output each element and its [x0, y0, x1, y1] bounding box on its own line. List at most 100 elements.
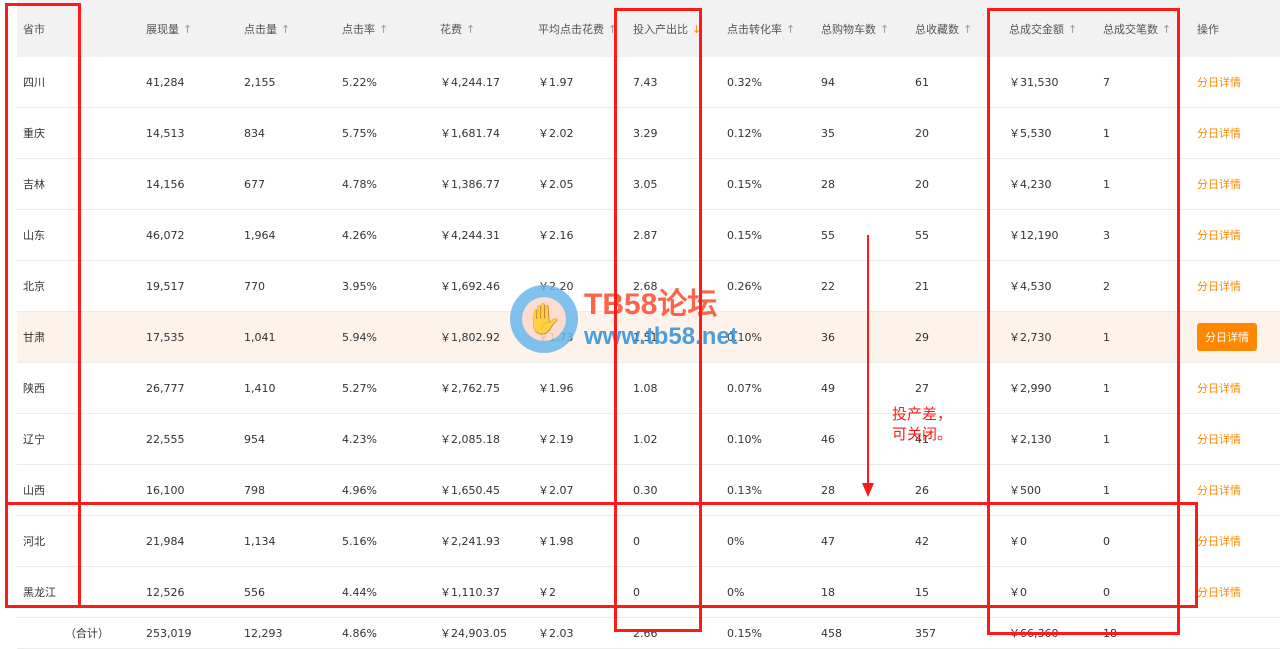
total-avg-cpc: ￥2.03	[538, 627, 574, 640]
sort-asc-icon[interactable]: ↑	[183, 23, 192, 36]
cell-cart-count: 47	[821, 534, 835, 548]
cell-action: 分日详情	[1191, 125, 1280, 141]
cell-favorite-count: 42	[915, 534, 929, 548]
cell-cost: ￥4,244.31	[440, 229, 500, 242]
sort-asc-icon[interactable]: ↑	[466, 23, 475, 36]
cell-avg-cpc: ￥2.19	[538, 433, 574, 446]
cell-avg-cpc: ￥2.07	[538, 484, 574, 497]
header-gmv[interactable]: 总成交金额 ↑	[1003, 21, 1097, 37]
cell-avg-cpc: ￥2.16	[538, 229, 574, 242]
header-favorite-count[interactable]: 总收藏数 ↑	[909, 21, 1003, 37]
cell-avg-cpc: ￥1.73	[538, 331, 574, 344]
cell-clicks: 677	[244, 177, 265, 191]
daily-detail-link[interactable]: 分日详情	[1197, 127, 1241, 140]
cell-ctr: 4.44%	[342, 585, 377, 599]
daily-detail-link[interactable]: 分日详情	[1197, 76, 1241, 89]
daily-detail-link[interactable]: 分日详情	[1197, 323, 1257, 351]
total-click-conversion: 0.15%	[727, 626, 762, 640]
cell-gmv: ￥2,730	[1009, 331, 1052, 344]
total-cost: ￥24,903.05	[440, 627, 507, 640]
cell-avg-cpc: ￥1.98	[538, 535, 574, 548]
cell-action: 分日详情	[1191, 431, 1280, 447]
header-label: 总成交笔数	[1103, 22, 1158, 36]
sort-asc-icon[interactable]: ↑	[963, 23, 972, 36]
cell-order-count: 1	[1103, 483, 1110, 497]
cell-gmv: ￥5,530	[1009, 127, 1052, 140]
cell-province: 甘肃	[23, 331, 45, 344]
cell-impressions: 19,517	[146, 279, 185, 293]
cell-province: 黑龙江	[23, 586, 56, 599]
cell-roi: 1.51	[633, 330, 658, 344]
header-roi[interactable]: 投入产出比 ↓	[627, 21, 721, 37]
daily-detail-link[interactable]: 分日详情	[1197, 178, 1241, 191]
cell-ctr: 4.26%	[342, 228, 377, 242]
daily-detail-link[interactable]: 分日详情	[1197, 280, 1241, 293]
cell-roi: 2.68	[633, 279, 658, 293]
daily-detail-link[interactable]: 分日详情	[1197, 229, 1241, 242]
annotation-line-1: 投产差，	[892, 405, 953, 423]
cell-roi: 7.43	[633, 75, 658, 89]
header-label: 总收藏数	[915, 22, 959, 36]
cell-avg-cpc: ￥1.97	[538, 76, 574, 89]
cell-province: 辽宁	[23, 433, 45, 446]
cell-province: 河北	[23, 535, 45, 548]
cell-action: 分日详情	[1191, 323, 1280, 351]
sort-desc-icon[interactable]: ↓	[692, 23, 701, 36]
total-ctr: 4.86%	[342, 626, 377, 640]
sort-asc-icon[interactable]: ↑	[379, 23, 388, 36]
cell-gmv: ￥31,530	[1009, 76, 1059, 89]
cell-ctr: 3.95%	[342, 279, 377, 293]
cell-click-conversion: 0.13%	[727, 483, 762, 497]
sort-asc-icon[interactable]: ↑	[880, 23, 889, 36]
cell-cart-count: 28	[821, 177, 835, 191]
header-avg-cpc[interactable]: 平均点击花费 ↑	[532, 21, 627, 37]
header-label: 平均点击花费	[538, 22, 604, 36]
cell-click-conversion: 0.07%	[727, 381, 762, 395]
cell-ctr: 5.27%	[342, 381, 377, 395]
annotation-line-2: 可关闭。	[892, 425, 953, 443]
header-action: 操作	[1191, 21, 1280, 37]
cell-ctr: 4.78%	[342, 177, 377, 191]
sort-asc-icon[interactable]: ↑	[608, 23, 617, 36]
cell-gmv: ￥0	[1009, 535, 1027, 548]
header-clicks[interactable]: 点击量 ↑	[238, 21, 336, 37]
province-report-table: 省市 展现量 ↑ 点击量 ↑ 点击率 ↑ 花费 ↑ 平均点击花费 ↑ 投入产出比 ↓ 点击转化率 ↑ 总购物车…	[17, 0, 1280, 649]
cell-favorite-count: 26	[915, 483, 929, 497]
cell-order-count: 3	[1103, 228, 1110, 242]
header-label: 投入产出比	[633, 22, 688, 36]
cell-action: 分日详情	[1191, 278, 1280, 294]
cell-gmv: ￥500	[1009, 484, 1041, 497]
cell-roi: 1.08	[633, 381, 658, 395]
header-ctr[interactable]: 点击率 ↑	[336, 21, 434, 37]
total-order-count: 18	[1103, 626, 1117, 640]
sort-asc-icon[interactable]: ↑	[786, 23, 795, 36]
daily-detail-link[interactable]: 分日详情	[1197, 586, 1241, 599]
sort-asc-icon[interactable]: ↑	[281, 23, 290, 36]
daily-detail-link[interactable]: 分日详情	[1197, 382, 1241, 395]
cell-cost: ￥2,762.75	[440, 382, 500, 395]
cell-cost: ￥1,386.77	[440, 178, 500, 191]
daily-detail-link[interactable]: 分日详情	[1197, 535, 1241, 548]
daily-detail-link[interactable]: 分日详情	[1197, 484, 1241, 497]
daily-detail-link[interactable]: 分日详情	[1197, 433, 1241, 446]
header-impressions[interactable]: 展现量 ↑	[140, 21, 238, 37]
sort-asc-icon[interactable]: ↑	[1068, 23, 1077, 36]
cell-gmv: ￥2,130	[1009, 433, 1052, 446]
sort-asc-icon[interactable]: ↑	[1162, 23, 1171, 36]
header-click-conversion[interactable]: 点击转化率 ↑	[721, 21, 815, 37]
cell-clicks: 798	[244, 483, 265, 497]
cell-roi: 3.05	[633, 177, 658, 191]
header-cart-count[interactable]: 总购物车数 ↑	[815, 21, 909, 37]
cell-roi: 0	[633, 585, 640, 599]
cell-roi: 0.30	[633, 483, 658, 497]
table-row: 重庆 14,513 834 5.75% ￥1,681.74 ￥2.02 3.29 0.12% 3…	[17, 108, 1280, 159]
cell-click-conversion: 0.15%	[727, 228, 762, 242]
cell-avg-cpc: ￥2.02	[538, 127, 574, 140]
table-body: 四川 41,284 2,155 5.22% ￥4,244.17 ￥1.97 7.43 0.32…	[17, 57, 1280, 618]
header-order-count[interactable]: 总成交笔数 ↑	[1097, 21, 1191, 37]
header-label: 展现量	[146, 22, 179, 36]
cell-click-conversion: 0.26%	[727, 279, 762, 293]
cell-roi: 3.29	[633, 126, 658, 140]
header-cost[interactable]: 花费 ↑	[434, 21, 532, 37]
header-label: 点击量	[244, 22, 277, 36]
